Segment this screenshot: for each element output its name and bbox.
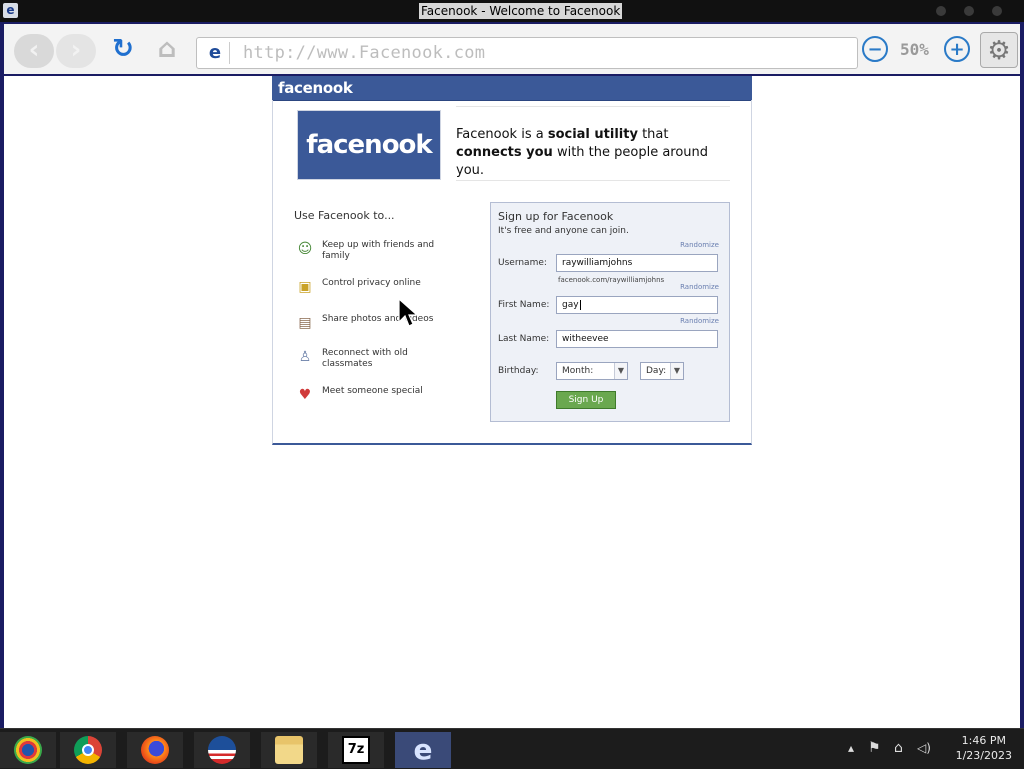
day-select[interactable]: Day: ▼ bbox=[640, 362, 684, 380]
address-bar[interactable]: e http://www.Facenook.com bbox=[196, 37, 858, 69]
firefox-icon bbox=[141, 736, 169, 764]
window-titlebar: e Facenook - Welcome to Facenook bbox=[0, 0, 1024, 22]
clock-date: 1/23/2023 bbox=[955, 749, 1012, 762]
zoom-out-icon[interactable]: − bbox=[862, 36, 888, 62]
taskbar-firefox[interactable] bbox=[127, 732, 183, 768]
ie-page-icon: e bbox=[201, 42, 230, 64]
randomize-link[interactable]: Randomize bbox=[680, 283, 719, 292]
chevron-down-icon: ▼ bbox=[614, 363, 627, 379]
network-icon[interactable]: ⌂ bbox=[894, 741, 903, 755]
tray-expand-icon[interactable]: ▴ bbox=[848, 741, 854, 755]
feature-label: Meet someone special bbox=[322, 386, 423, 396]
start-button[interactable] bbox=[0, 732, 56, 768]
first-name-input[interactable]: gay bbox=[556, 296, 718, 314]
heart-icon: ♥ bbox=[298, 387, 312, 403]
birthday-label: Birthday: bbox=[498, 366, 539, 376]
mouse-cursor-icon bbox=[398, 298, 418, 327]
signup-subtitle: It's free and anyone can join. bbox=[498, 226, 629, 236]
taskbar: 7z e ▴ ⚑ ⌂ ◁) 1:46 PM 1/23/2023 bbox=[0, 728, 1024, 769]
brand-bar-logo[interactable]: facenook bbox=[278, 78, 353, 98]
system-clock[interactable]: 1:46 PM 1/23/2023 bbox=[956, 733, 1012, 763]
back-button[interactable]: ‹ bbox=[14, 34, 54, 68]
file-manager-icon bbox=[275, 736, 303, 764]
taskbar-obama-app[interactable] bbox=[194, 732, 250, 768]
page-viewport: facenook facenook Facenook is a social u… bbox=[4, 76, 1020, 728]
window-title: Facenook - Welcome to Facenook bbox=[419, 3, 623, 19]
taskbar-file-manager[interactable] bbox=[261, 732, 317, 768]
divider bbox=[456, 180, 730, 181]
taskbar-internet-explorer[interactable]: e bbox=[395, 732, 451, 768]
facenook-page: facenook facenook Facenook is a social u… bbox=[272, 76, 752, 446]
feature-label: Share photos and videos bbox=[322, 314, 434, 324]
lock-icon: ▣ bbox=[298, 279, 312, 295]
taskbar-chrome[interactable] bbox=[60, 732, 116, 768]
minimize-button[interactable] bbox=[936, 6, 946, 16]
ie-icon: e bbox=[413, 733, 433, 766]
last-name-input[interactable]: witheevee bbox=[556, 330, 718, 348]
username-url-hint: facenook.com/raywilliamjohns bbox=[558, 276, 665, 284]
friends-icon: ☺ bbox=[297, 241, 313, 257]
month-select[interactable]: Month: ▼ bbox=[556, 362, 628, 380]
zoom-in-icon[interactable]: + bbox=[944, 36, 970, 62]
randomize-link[interactable]: Randomize bbox=[680, 241, 719, 250]
maximize-button[interactable] bbox=[964, 6, 974, 16]
use-facenook-heading: Use Facenook to... bbox=[294, 209, 395, 222]
forward-button[interactable]: › bbox=[56, 34, 96, 68]
flag-icon[interactable]: ⚑ bbox=[868, 741, 881, 755]
tagline: Facenook is a social utility that connec… bbox=[456, 127, 709, 178]
feature-label: Keep up with friends and family bbox=[322, 240, 435, 261]
browser-toolbar: ‹ › ↻ ⌂ e http://www.Facenook.com − 50% … bbox=[4, 24, 1020, 74]
chevron-down-icon: ▼ bbox=[670, 363, 683, 379]
person-icon: ♙ bbox=[298, 349, 312, 365]
signup-title: Sign up for Facenook bbox=[498, 210, 614, 223]
home-icon[interactable]: ⌂ bbox=[152, 34, 182, 64]
zoom-level: 50% bbox=[900, 40, 929, 59]
randomize-link[interactable]: Randomize bbox=[680, 317, 719, 326]
brand-bar: facenook bbox=[272, 76, 752, 101]
first-name-label: First Name: bbox=[498, 300, 550, 310]
start-icon bbox=[14, 736, 42, 764]
browser-app-icon: e bbox=[3, 3, 18, 18]
divider bbox=[456, 106, 730, 107]
browser-frame: ‹ › ↻ ⌂ e http://www.Facenook.com − 50% … bbox=[0, 22, 1024, 728]
close-button[interactable] bbox=[992, 6, 1002, 16]
username-label: Username: bbox=[498, 258, 547, 268]
photo-icon: ▤ bbox=[298, 315, 312, 331]
username-input[interactable]: raywilliamjohns bbox=[556, 254, 718, 272]
facenook-logo: facenook bbox=[297, 110, 441, 180]
address-text[interactable]: http://www.Facenook.com bbox=[243, 43, 485, 63]
signup-button[interactable]: Sign Up bbox=[556, 391, 616, 409]
chrome-icon bbox=[74, 736, 102, 764]
feature-label: Control privacy online bbox=[322, 278, 421, 288]
settings-gear-icon[interactable]: ⚙ bbox=[980, 32, 1018, 68]
feature-label: Reconnect with old classmates bbox=[322, 348, 408, 369]
clock-time: 1:46 PM bbox=[961, 734, 1006, 747]
signup-panel: Sign up for Facenook It's free and anyon… bbox=[490, 202, 730, 422]
volume-icon[interactable]: ◁) bbox=[917, 741, 931, 755]
7zip-icon: 7z bbox=[342, 736, 370, 764]
obama-icon bbox=[208, 736, 236, 764]
reload-icon[interactable]: ↻ bbox=[108, 34, 138, 64]
taskbar-7zip[interactable]: 7z bbox=[328, 732, 384, 768]
last-name-label: Last Name: bbox=[498, 334, 550, 344]
